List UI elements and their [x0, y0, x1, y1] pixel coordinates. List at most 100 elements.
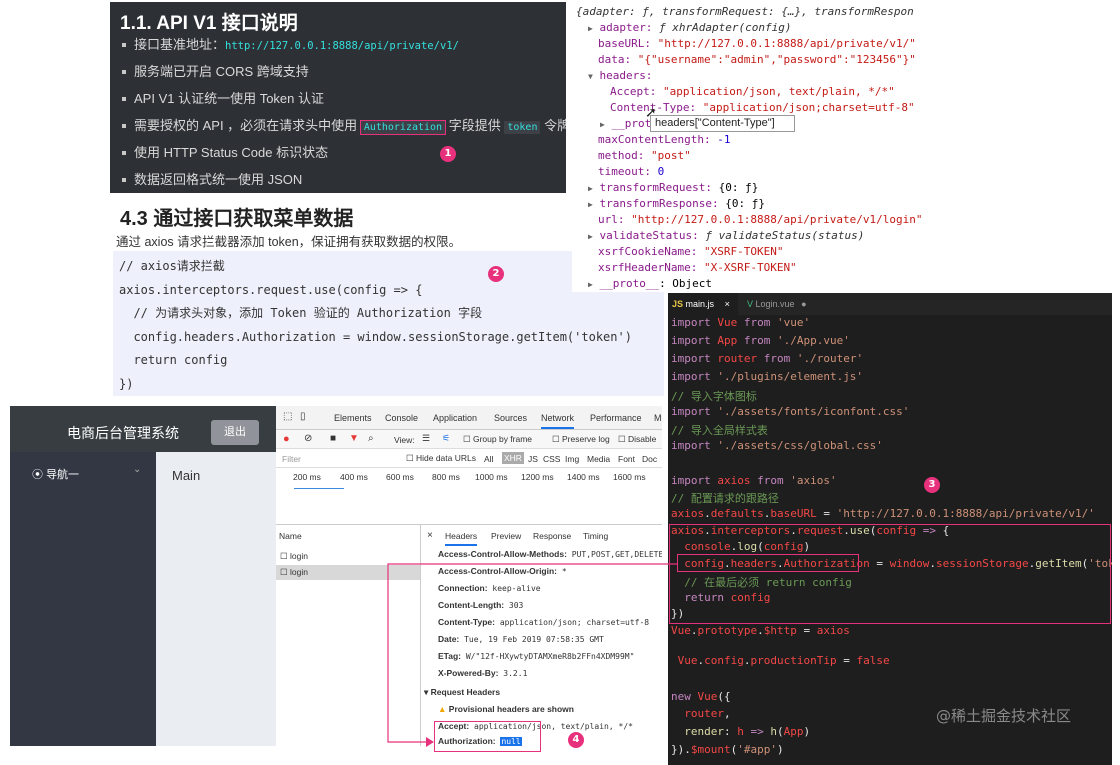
type-all[interactable]: All	[484, 454, 493, 464]
console-headers[interactable]: ▼ headers:	[588, 68, 652, 85]
timeline-tick: 200 ms	[293, 472, 321, 482]
hide-data-urls-checkbox[interactable]: ☐ Hide data URLs	[406, 453, 476, 464]
console-baseurl: baseURL: "http://127.0.0.1:8888/api/priv…	[598, 37, 916, 50]
code-line[interactable]: import axios from 'axios'	[671, 474, 837, 487]
console-url: url: "http://127.0.0.1:8888/api/private/…	[598, 213, 923, 226]
tab-console[interactable]: Console	[385, 413, 418, 423]
tab-network[interactable]: Network	[541, 413, 575, 429]
record-icon[interactable]: ●	[283, 433, 290, 445]
console-xsrf-header: xsrfHeaderName: "X-XSRF-TOKEN"	[598, 261, 797, 274]
api-doc-list: 接口基准地址：http://127.0.0.1:8888/api/private…	[120, 34, 566, 193]
mouse-cursor-icon: ➚	[645, 104, 657, 120]
timeline-tick: 1400 ms	[567, 472, 600, 482]
type-media[interactable]: Media	[587, 454, 610, 464]
tab-preview[interactable]: Preview	[491, 531, 521, 541]
tab-application[interactable]: Application	[433, 413, 477, 423]
console-method: method: "post"	[598, 149, 691, 162]
code-line[interactable]: import './assets/css/global.css'	[671, 439, 883, 452]
disable-cache-checkbox[interactable]: ☐ Disable	[618, 434, 656, 445]
name-column-header[interactable]: Name	[279, 531, 302, 541]
type-img[interactable]: Img	[565, 454, 579, 464]
timeline-tick: 600 ms	[386, 472, 414, 482]
tab-elements[interactable]: Elements	[334, 413, 372, 423]
list-view-icon[interactable]: ☰	[422, 433, 430, 444]
chevron-down-icon[interactable]: ⌄	[133, 464, 141, 475]
authorization-code: Authorization	[359, 120, 447, 135]
logout-button[interactable]: 退出	[211, 420, 259, 445]
base-url-code: http://127.0.0.1:8888/api/private/v1/	[225, 40, 459, 52]
tab-main-js[interactable]: JS main.js ×	[668, 293, 738, 315]
type-font[interactable]: Font	[618, 454, 635, 464]
tab-timing[interactable]: Timing	[583, 531, 608, 541]
step-badge-1: 1	[440, 146, 456, 162]
section-description: 通过 axios 请求拦截器添加 token，保证拥有获取数据的权限。	[116, 235, 462, 249]
sidebar-item-nav-one[interactable]: ⦿ 导航一	[32, 466, 79, 482]
filter-input[interactable]: Filter	[282, 454, 301, 464]
devtools-tabs: ⬚ ▯ Elements Console Application Sources…	[276, 406, 662, 430]
console-adapter[interactable]: ▶ adapter: ƒ xhrAdapter(config)	[588, 20, 792, 37]
code-line[interactable]: }).$mount('#app')	[671, 743, 784, 756]
waterfall-icon[interactable]: ⚟	[442, 433, 450, 444]
tab-performance[interactable]: Performance	[590, 413, 642, 423]
code-line: // axios请求拦截	[119, 259, 225, 273]
type-js[interactable]: JS	[528, 454, 538, 464]
search-icon[interactable]: ⌕	[368, 433, 374, 444]
tab-response[interactable]: Response	[533, 531, 571, 541]
close-icon[interactable]: ×	[427, 530, 433, 541]
code-line[interactable]: import Vue from 'vue'	[671, 316, 810, 329]
type-css[interactable]: CSS	[543, 454, 560, 464]
timeline-tick: 1200 ms	[521, 472, 554, 482]
preserve-log-checkbox[interactable]: ☐ Preserve log	[552, 434, 610, 445]
app-header: 电商后台管理系统 退出	[10, 406, 276, 452]
console-transform-response[interactable]: ▶ transformResponse: {0: ƒ}	[588, 196, 765, 213]
console-transform-request[interactable]: ▶ transformRequest: {0: ƒ}	[588, 180, 758, 197]
vue-file-icon: V	[747, 299, 754, 309]
code-line[interactable]: import App from './App.vue'	[671, 334, 850, 347]
tab-more[interactable]: M	[654, 413, 662, 423]
clear-icon[interactable]: ⊘	[304, 433, 312, 444]
code-line[interactable]: // 配置请求的跟路径	[671, 490, 779, 506]
code-line: axios.interceptors.request.use(config =>…	[119, 282, 423, 297]
response-header: Access-Control-Allow-Methods: PUT,POST,G…	[438, 549, 662, 559]
type-xhr[interactable]: XHR	[502, 452, 524, 464]
code-line[interactable]: Vue.prototype.$http = axios	[671, 624, 850, 637]
code-line[interactable]: import './plugins/element.js'	[671, 370, 863, 383]
connector-arrow	[387, 563, 677, 747]
code-line[interactable]: // 导入全局样式表	[671, 422, 768, 438]
tab-headers[interactable]: Headers	[445, 531, 478, 546]
code-line[interactable]: axios.defaults.baseURL = 'http://127.0.0…	[671, 507, 1095, 520]
tab-login-vue[interactable]: V Login.vue ●	[741, 293, 821, 315]
filter-bar: Filter ☐ Hide data URLs All XHR JS CSS I…	[276, 449, 662, 468]
network-timeline: 200 ms 400 ms 600 ms 800 ms 1000 ms 1200…	[276, 468, 662, 525]
code-line[interactable]: Vue.config.productionTip = false	[671, 654, 890, 667]
admin-app-preview: 电商后台管理系统 退出 ⦿ 导航一 ⌄ Main	[10, 406, 276, 746]
location-icon: ⦿	[32, 469, 43, 481]
code-line: })	[119, 376, 134, 391]
list-item: 需要授权的 API ，必须在请求头中使用 Authorization 字段提供 …	[120, 115, 566, 142]
list-item: 使用 HTTP Status Code 标识状态	[120, 142, 566, 169]
group-by-frame-checkbox[interactable]: ☐ Group by frame	[463, 434, 532, 445]
code-line[interactable]: import router from './router'	[671, 352, 863, 365]
filter-icon[interactable]: ▼	[349, 433, 359, 444]
device-icon[interactable]: ▯	[300, 411, 306, 422]
camera-icon[interactable]: ■	[330, 433, 336, 444]
type-doc[interactable]: Doc	[642, 454, 657, 464]
list-item: 接口基准地址：http://127.0.0.1:8888/api/private…	[120, 34, 566, 61]
view-label: View:	[394, 435, 415, 445]
console-proto-object[interactable]: ▶ __proto__: Object	[588, 276, 712, 292]
console-data: data: "{"username":"admin","password":"1…	[598, 53, 916, 66]
api-doc-heading: 1.1. API V1 接口说明	[120, 13, 298, 34]
timeline-tick: 800 ms	[432, 472, 460, 482]
network-toolbar: ● ⊘ ■ ▼ ⌕ View: ☰ ⚟ ☐ Group by frame ☐ P…	[276, 430, 662, 449]
tooltip: headers["Content-Type"]	[650, 115, 795, 132]
inspect-icon[interactable]: ⬚	[283, 411, 292, 422]
console-summary[interactable]: {adapter: ƒ, transformRequest: {…}, tran…	[576, 4, 914, 20]
step-badge-2: 2	[488, 266, 504, 282]
tab-sources[interactable]: Sources	[494, 413, 527, 423]
console-xsrf-cookie: xsrfCookieName: "XSRF-TOKEN"	[598, 245, 784, 258]
code-line[interactable]: // 导入字体图标	[671, 388, 757, 404]
code-line[interactable]: render: h => h(App)	[671, 725, 810, 738]
code-line[interactable]: import './assets/fonts/iconfont.css'	[671, 405, 909, 418]
console-validate-status[interactable]: ▶ validateStatus: ƒ validateStatus(statu…	[588, 228, 864, 245]
timeline-bar	[294, 488, 344, 489]
